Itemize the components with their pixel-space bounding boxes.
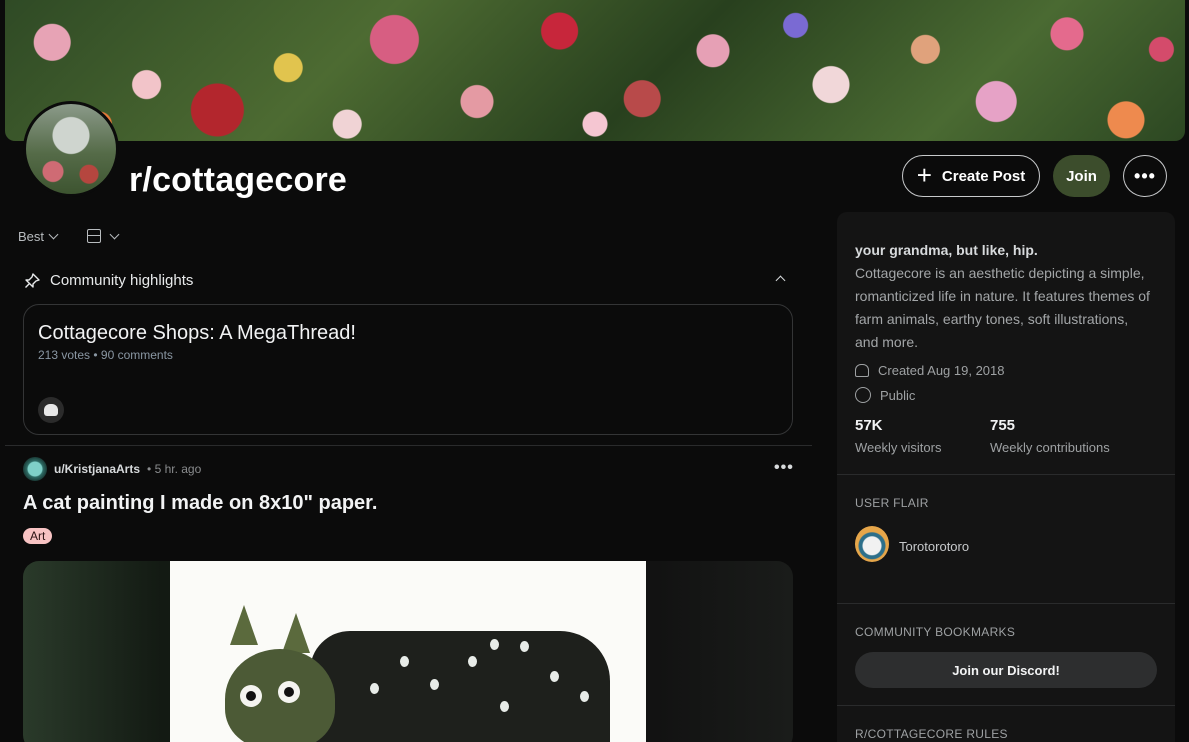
- community-description: Cottagecore is an aesthetic depicting a …: [855, 265, 1150, 350]
- sidebar-divider: [837, 603, 1175, 604]
- card-view-icon: [87, 229, 101, 243]
- create-post-label: Create Post: [941, 167, 1026, 185]
- create-post-button[interactable]: + Create Post: [902, 155, 1040, 197]
- sidebar-divider: [837, 705, 1175, 706]
- join-discord-button[interactable]: Join our Discord!: [855, 652, 1157, 688]
- post-overflow-menu[interactable]: •••: [774, 459, 794, 477]
- globe-icon: [855, 387, 871, 403]
- created-date: Created Aug 19, 2018: [878, 363, 1005, 378]
- community-rules-header: R/COTTAGECORE RULES: [855, 727, 1008, 741]
- weekly-contributions-value: 755: [990, 417, 1016, 434]
- plus-icon: +: [916, 160, 932, 190]
- author-name[interactable]: u/KristjanaArts: [54, 462, 140, 476]
- chevron-up-icon[interactable]: [775, 275, 786, 286]
- created-date-row: Created Aug 19, 2018: [855, 363, 1005, 378]
- post-author-row: u/KristjanaArts • 5 hr. ago: [23, 457, 201, 481]
- community-highlights-header[interactable]: Community highlights: [24, 272, 794, 289]
- highlight-meta: 213 votes • 90 comments: [38, 348, 173, 362]
- highlight-title: Cottagecore Shops: A MegaThread!: [38, 322, 356, 344]
- weekly-contributions-label: Weekly contributions: [990, 440, 1110, 455]
- post-flair[interactable]: Art: [23, 528, 53, 544]
- community-avatar: [23, 101, 119, 197]
- highlight-card[interactable]: Cottagecore Shops: A MegaThread! 213 vot…: [23, 304, 793, 435]
- cat-painting-image: [170, 561, 646, 742]
- visibility-row: Public: [855, 387, 915, 403]
- subreddit-title: r/cottagecore: [129, 161, 348, 199]
- view-mode-dropdown[interactable]: [87, 229, 120, 243]
- author-avatar[interactable]: [23, 457, 47, 481]
- user-flair-avatar[interactable]: [855, 526, 889, 562]
- join-button[interactable]: Join: [1053, 155, 1110, 197]
- community-sidebar: your grandma, but like, hip. Cottagecore…: [837, 212, 1175, 742]
- sort-label: Best: [18, 229, 45, 244]
- weekly-visitors-value: 57K: [855, 417, 883, 434]
- sort-dropdown[interactable]: Best: [18, 229, 59, 244]
- weekly-visitors-label: Weekly visitors: [855, 440, 942, 455]
- community-highlights-label: Community highlights: [50, 272, 194, 289]
- pin-icon: [24, 272, 40, 289]
- chevron-down-icon: [48, 229, 59, 240]
- more-options-button[interactable]: •••: [1123, 155, 1167, 197]
- visibility-label: Public: [880, 387, 916, 403]
- post-time: • 5 hr. ago: [147, 462, 202, 476]
- community-bookmarks-header: COMMUNITY BOOKMARKS: [855, 625, 1016, 639]
- cake-icon: [855, 364, 869, 377]
- post-title[interactable]: A cat painting I made on 8x10" paper.: [23, 492, 377, 515]
- user-flair-name[interactable]: Torotorotoro: [899, 539, 969, 554]
- reddit-default-avatar-icon: [38, 397, 64, 423]
- community-banner: [5, 0, 1185, 141]
- post-media[interactable]: [23, 561, 793, 742]
- sidebar-divider: [837, 474, 1175, 475]
- community-tagline: your grandma, but like, hip.: [855, 242, 1038, 258]
- feed-divider: [5, 445, 812, 446]
- chevron-down-icon: [109, 229, 120, 239]
- user-flair-header: USER FLAIR: [855, 496, 929, 510]
